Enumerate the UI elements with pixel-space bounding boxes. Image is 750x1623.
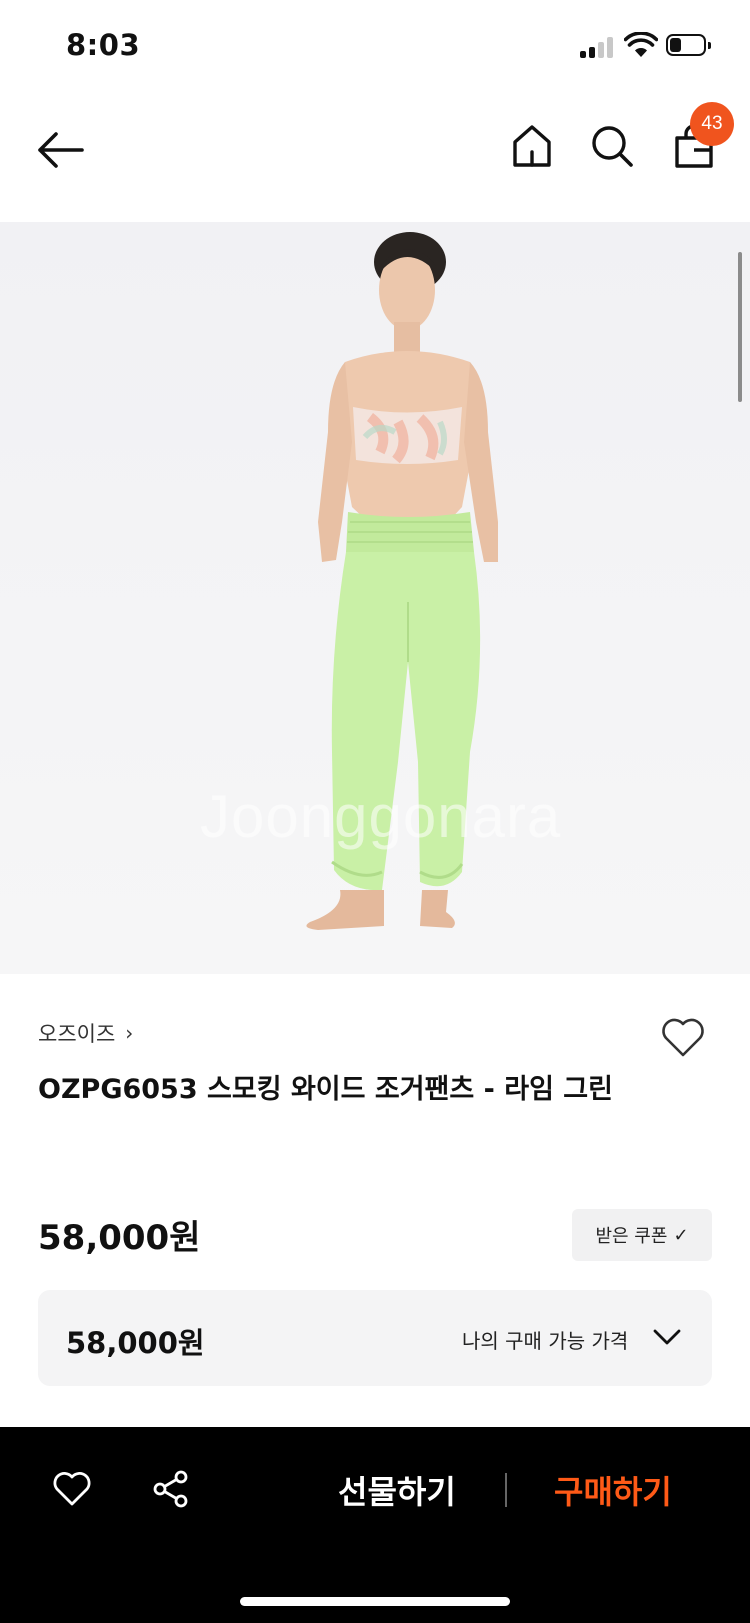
chevron-right-icon: › bbox=[125, 1021, 134, 1045]
status-time: 8:03 bbox=[66, 28, 141, 62]
status-bar: 8:03 bbox=[0, 0, 750, 92]
product-title: OZPG6053 스모킹 와이드 조거팬츠 - 라임 그린 bbox=[38, 1074, 613, 1105]
product-image[interactable]: Joonggonara bbox=[0, 222, 750, 974]
my-price-label: 나의 구매 가능 가격 bbox=[462, 1329, 629, 1353]
check-icon: ✓ bbox=[673, 1224, 689, 1246]
search-icon[interactable] bbox=[590, 122, 634, 170]
product-price: 58,000원 bbox=[38, 1218, 201, 1258]
cellular-signal-icon bbox=[580, 36, 616, 58]
wifi-icon bbox=[624, 32, 658, 57]
divider bbox=[505, 1473, 507, 1507]
back-arrow-icon[interactable] bbox=[34, 128, 86, 172]
buy-button[interactable]: 구매하기 bbox=[554, 1467, 672, 1513]
coupon-label: 받은 쿠폰 bbox=[595, 1226, 668, 1247]
chevron-down-icon bbox=[653, 1329, 681, 1345]
cart-count-badge: 43 bbox=[690, 102, 734, 146]
brand-link[interactable]: 오즈이즈 › bbox=[38, 1018, 133, 1048]
scrollbar[interactable] bbox=[738, 252, 742, 402]
bottom-action-bar: 선물하기 구매하기 bbox=[0, 1427, 750, 1623]
battery-icon bbox=[666, 34, 712, 58]
share-icon[interactable] bbox=[152, 1469, 190, 1509]
gift-button[interactable]: 선물하기 bbox=[338, 1467, 456, 1513]
coupon-button[interactable]: 받은 쿠폰 ✓ bbox=[572, 1209, 712, 1261]
home-icon[interactable] bbox=[510, 122, 554, 170]
model-illustration bbox=[0, 222, 750, 974]
wishlist-heart-icon[interactable] bbox=[660, 1016, 706, 1058]
top-navigation: 43 bbox=[0, 92, 750, 222]
my-price-dropdown[interactable]: 58,000원 나의 구매 가능 가격 bbox=[38, 1290, 712, 1386]
heart-icon[interactable] bbox=[52, 1471, 92, 1507]
brand-name: 오즈이즈 bbox=[38, 1022, 116, 1046]
my-price-value: 58,000원 bbox=[66, 1326, 205, 1360]
home-indicator[interactable] bbox=[240, 1597, 510, 1606]
